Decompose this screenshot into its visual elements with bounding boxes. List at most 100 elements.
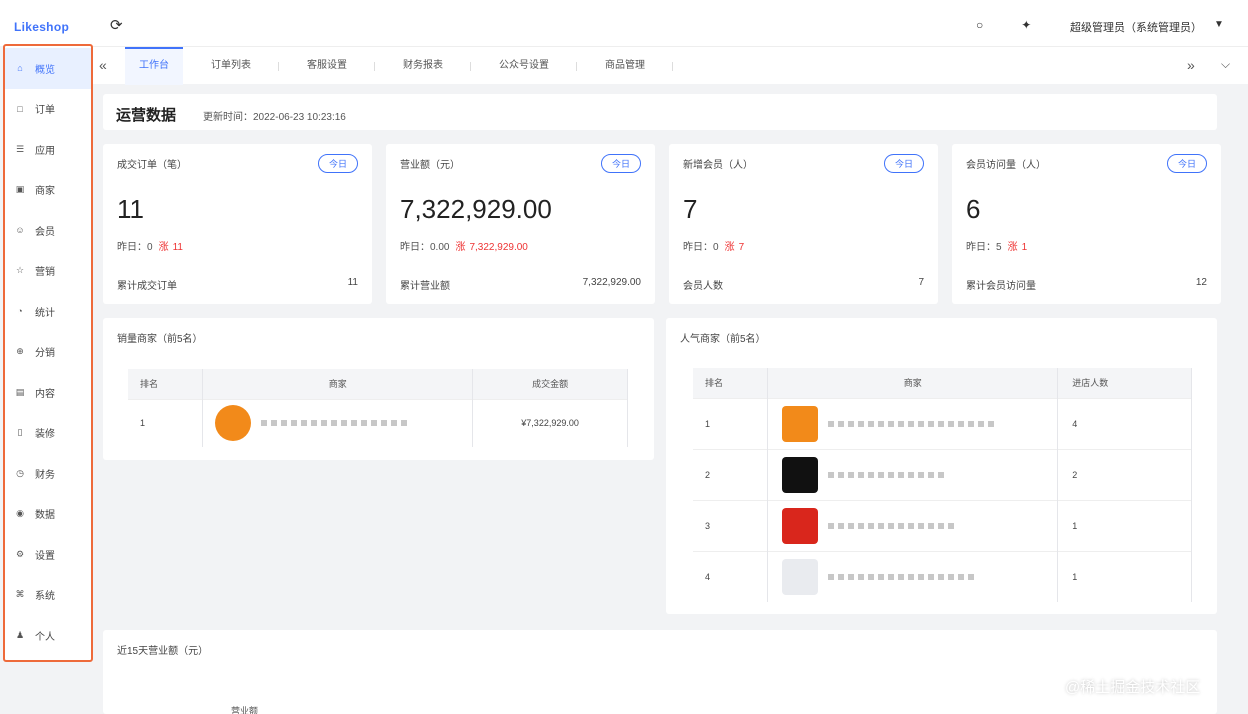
system-icon: ⌘ [15,589,25,600]
shop-cell [767,499,1059,551]
shop-logo [215,405,252,442]
sidebar-item-8[interactable]: ▤ 内容 [5,372,91,413]
popular-rank-table: 排名 商家 进店人数 1 4 2 2 3 1 4 1 [693,368,1192,602]
sidebar-item-11[interactable]: ◉ 数据 [5,494,91,535]
table-row[interactable]: 4 1 [693,550,1192,602]
app: Likeshop ⟳ ○ ✦ 超级管理员（系统管理员） ▼ ⌂ 概览 □ 订单 ☰ 应用 ▣… [0,0,1248,714]
tabs-menu-chevron-icon[interactable]: ⌵ [1221,57,1230,72]
delta-value: 11 [172,242,183,253]
sidebar-item-12[interactable]: ⚙ 设置 [5,534,91,575]
tabs-scroll-right-icon[interactable]: » [1187,57,1195,73]
shop-cell [202,398,474,447]
popular-col-shop: 商家 [767,368,1059,398]
sidebar-item-label: 财务 [35,469,55,481]
popular-col-visitors: 进店人数 [1057,368,1192,398]
sidebar-item-3[interactable]: ▣ 商家 [5,170,91,211]
yesterday-value: 昨日：0 [117,242,153,253]
fullscreen-icon[interactable]: ✦ [1021,18,1031,32]
tabs-scroll-left-icon[interactable]: « [99,57,107,73]
sidebar-item-10[interactable]: ◷ 财务 [5,453,91,494]
tab-label: 商品管理 [605,60,645,71]
card-footer-value: 7 [918,277,924,288]
tab-label: 工作台 [139,60,169,71]
stat-card: 营业额（元） 今日 7,322,929.00 昨日：0.00 涨 7,322,929… [386,144,655,304]
tab-2[interactable]: 客服设置 [279,47,375,85]
page-title: 运营数据 [116,107,177,124]
sidebar-item-14[interactable]: ♟ 个人 [5,615,91,656]
refresh-icon[interactable]: ⟳ [110,16,123,34]
sidebar-item-0[interactable]: ⌂ 概览 [5,48,91,89]
sidebar-item-13[interactable]: ⌘ 系统 [5,575,91,616]
distribution-icon: ⊕ [16,346,24,357]
today-badge[interactable]: 今日 [1166,154,1207,173]
rank-cell: 3 [693,499,769,551]
rank-cell: 4 [693,550,769,602]
chevron-down-icon[interactable]: ▼ [1214,19,1224,30]
sidebar-item-6[interactable]: ◔ 统计 [5,291,91,332]
tab-3[interactable]: 财务报表 [375,47,471,85]
table-row[interactable]: 2 2 [693,448,1192,500]
logo: Likeshop [14,20,70,34]
sidebar-item-9[interactable]: ▯ 装修 [5,413,91,454]
finance-icon: ◷ [16,467,24,478]
sidebar-item-label: 个人 [35,631,55,643]
today-badge[interactable]: 今日 [883,154,924,173]
today-badge[interactable]: 今日 [317,154,358,173]
sidebar-item-5[interactable]: ☆ 营销 [5,251,91,292]
tab-label: 订单列表 [211,60,251,71]
card-value: 7 [683,194,698,224]
sidebar-item-7[interactable]: ⊕ 分销 [5,332,91,373]
shop-logo [782,507,819,544]
stats-icon: ◔ [17,306,23,317]
sidebar-item-label: 数据 [35,510,55,522]
yesterday-value: 昨日：0 [683,242,719,253]
visitor-count-cell: 1 [1057,499,1192,551]
sales-col-shop: 商家 [202,369,474,399]
tab-0[interactable]: 工作台 [125,47,183,85]
tab-4[interactable]: 公众号设置 [471,47,577,85]
tab-5[interactable]: 商品管理 [577,47,673,85]
card-footer-label: 累计会员访问量 [966,281,1036,292]
revenue-chart-title: 近15天营业额（元） [117,646,209,657]
sidebar-item-2[interactable]: ☰ 应用 [5,129,91,170]
sidebar-item-label: 会员 [35,226,55,238]
table-row[interactable]: 3 1 [693,499,1192,551]
delta-label: 涨 [455,242,466,253]
content-icon: ▤ [15,386,25,397]
decorate-icon: ▯ [17,427,23,438]
tab-1[interactable]: 订单列表 [183,47,279,85]
sidebar-item-1[interactable]: □ 订单 [5,89,91,130]
card-footer-value: 7,322,929.00 [582,277,641,288]
tab-label: 客服设置 [307,60,347,71]
sidebar-item-label: 系统 [35,591,55,603]
delta-label: 涨 [1007,242,1018,253]
watermark: @稀土掘金技术社区 [1065,679,1201,696]
card-value: 7,322,929.00 [400,194,552,224]
table-row[interactable]: 1 ¥7,322,929.00 [128,398,628,447]
bell-icon[interactable]: ○ [976,18,983,32]
today-badge[interactable]: 今日 [600,154,641,173]
card-value: 6 [966,194,981,224]
user-icon: ☺ [15,225,25,236]
delta-value: 1 [1021,242,1028,253]
user-menu[interactable]: 超级管理员（系统管理员） [1070,19,1202,35]
table-row[interactable]: 1 4 [693,397,1192,449]
sidebar-item-label: 营销 [35,267,55,279]
card-footer-label: 累计营业额 [400,281,450,292]
card-compare: 昨日：5 涨 1 [966,238,1027,253]
card-value: 11 [117,194,144,224]
visitor-count-cell: 1 [1057,550,1192,602]
card-footer-value: 12 [1195,277,1207,288]
sidebar-item-label: 设置 [35,550,55,562]
yesterday-value: 昨日：5 [966,242,1002,253]
amount-cell: ¥7,322,929.00 [472,398,628,447]
visitor-count-cell: 2 [1057,448,1192,500]
shop-cell [767,448,1059,500]
sidebar-item-4[interactable]: ☺ 会员 [5,210,91,251]
card-footer-label: 会员人数 [683,281,723,292]
popular-col-rank: 排名 [693,368,769,398]
popular-rank-panel: 人气商家（前5名） 排名 商家 进店人数 1 4 2 2 3 1 4 1 [666,318,1217,614]
order-icon: □ [17,103,23,114]
card-footer-value: 11 [347,277,358,288]
card-title: 营业额（元） [400,160,460,171]
